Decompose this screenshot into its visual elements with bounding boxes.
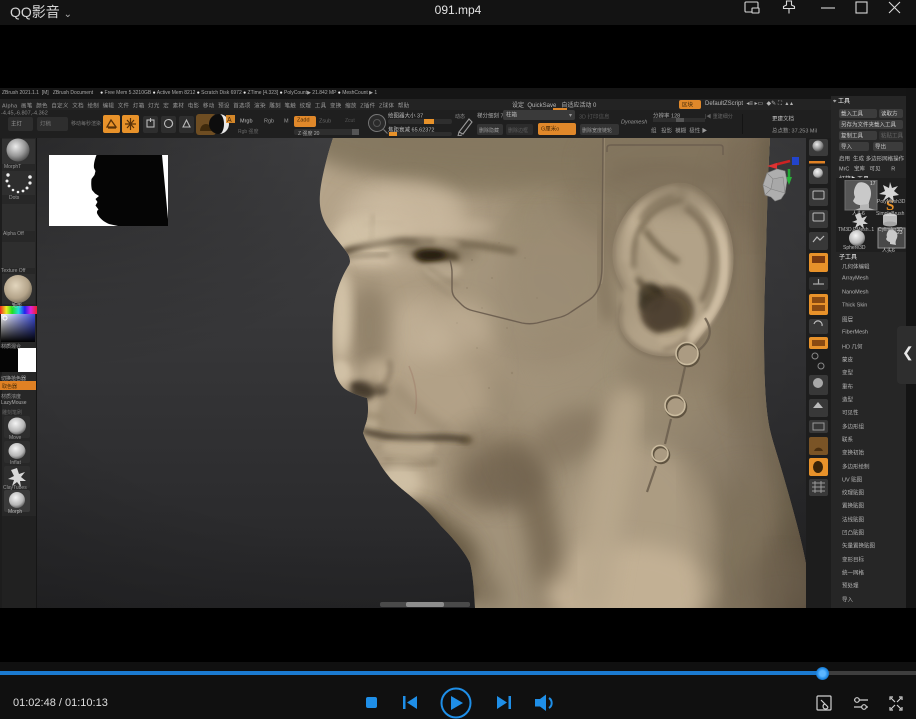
svg-text:A: A — [227, 117, 232, 124]
